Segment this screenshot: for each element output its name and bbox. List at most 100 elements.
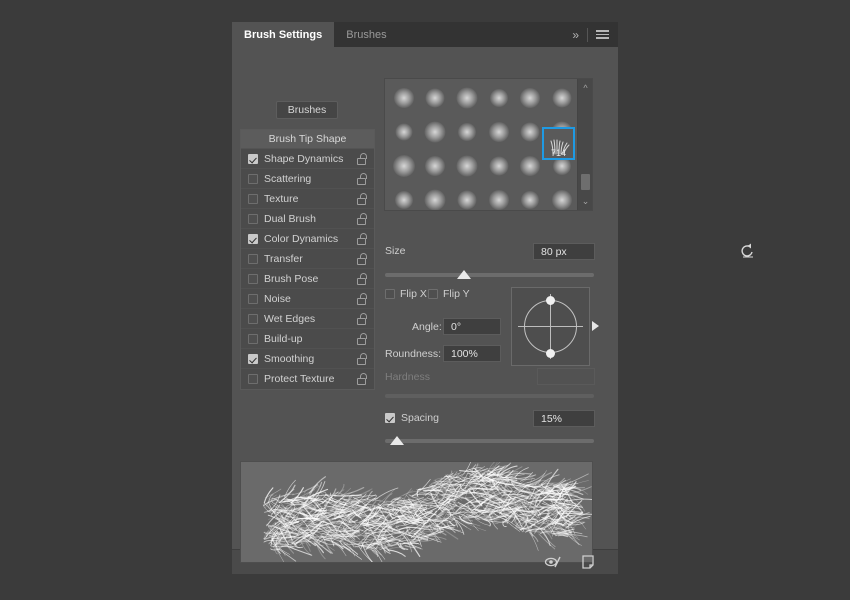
brush-preset-cell[interactable] [420, 115, 452, 149]
brush-preset-cell[interactable] [515, 183, 547, 210]
checkbox-smoothing[interactable] [248, 353, 258, 364]
spacing-input[interactable]: 15% [533, 410, 595, 427]
checkbox-shape-dynamics[interactable] [248, 153, 258, 164]
lock-icon[interactable] [357, 192, 368, 205]
soft-round-brush-thumbnail [424, 121, 446, 143]
option-row-transfer[interactable]: Transfer [241, 249, 374, 269]
checkbox-dual-brush[interactable] [248, 213, 258, 224]
checkbox-brush-pose[interactable] [248, 273, 258, 284]
option-label-protect-texture: Protect Texture [264, 373, 335, 385]
option-label-shape-dynamics: Shape Dynamics [264, 152, 344, 165]
checkbox-texture[interactable] [248, 193, 258, 204]
hardness-label: Hardness [385, 371, 430, 383]
brush-preset-cell[interactable] [420, 183, 452, 210]
brush-preset-selected[interactable]: 714 [542, 127, 575, 160]
brush-preset-cell[interactable] [451, 81, 483, 115]
new-brush-preset-icon[interactable] [580, 554, 598, 570]
lock-icon[interactable] [357, 152, 368, 165]
soft-round-brush-thumbnail [425, 156, 446, 176]
option-row-protect-texture[interactable]: Protect Texture [241, 369, 374, 389]
brush-tip-shape-row[interactable]: Brush Tip Shape [241, 130, 374, 149]
brush-preset-cell[interactable] [483, 81, 515, 115]
checkbox-color-dynamics[interactable] [248, 233, 258, 244]
brush-preset-cell[interactable] [546, 183, 578, 210]
brush-preset-cell[interactable] [546, 81, 578, 115]
option-row-color-dynamics[interactable]: Color Dynamics [241, 229, 374, 249]
chevron-down-icon[interactable]: ⌄ [578, 195, 592, 208]
option-row-texture[interactable]: Texture [241, 189, 374, 209]
brush-preset-cell[interactable] [483, 115, 515, 149]
brush-preset-cell[interactable] [420, 149, 452, 183]
option-row-wet-edges[interactable]: Wet Edges [241, 309, 374, 329]
brush-preset-cell[interactable] [451, 149, 483, 183]
brush-preset-cell[interactable] [388, 183, 420, 210]
tab-bar-spacer [398, 22, 573, 47]
checkbox-scattering[interactable] [248, 173, 258, 184]
lock-icon[interactable] [357, 172, 368, 185]
hamburger-menu-icon[interactable] [596, 30, 609, 39]
brush-preset-cell[interactable] [483, 149, 515, 183]
option-row-noise[interactable]: Noise [241, 289, 374, 309]
flip-y-control[interactable]: Flip Y [428, 288, 470, 300]
toggle-live-tip-brush-preview-icon[interactable] [544, 554, 562, 570]
angle-roundness-dial[interactable] [511, 287, 590, 366]
checkbox-flip-y[interactable] [428, 289, 438, 299]
scrollbar-thumb[interactable] [581, 174, 590, 190]
reset-arrow-icon[interactable] [740, 243, 756, 259]
option-row-build-up[interactable]: Build-up [241, 329, 374, 349]
tab-brushes[interactable]: Brushes [334, 22, 399, 47]
roundness-input[interactable]: 100% [443, 345, 501, 362]
lock-icon[interactable] [357, 352, 368, 365]
brush-preset-cell[interactable] [515, 81, 547, 115]
dial-angle-pointer-icon[interactable] [592, 321, 599, 331]
spacing-label: Spacing [401, 412, 439, 424]
soft-round-brush-thumbnail [425, 88, 445, 108]
checkbox-protect-texture[interactable] [248, 374, 258, 384]
dial-handle-top[interactable] [546, 296, 555, 305]
checkbox-transfer[interactable] [248, 253, 258, 264]
lock-icon[interactable] [357, 232, 368, 245]
brush-preset-cell[interactable] [420, 81, 452, 115]
size-input[interactable]: 80 px [533, 243, 595, 260]
lock-icon[interactable] [357, 312, 368, 325]
brush-preset-cell[interactable] [388, 81, 420, 115]
option-row-scattering[interactable]: Scattering [241, 169, 374, 189]
option-row-shape-dynamics[interactable]: Shape Dynamics [241, 149, 374, 169]
lock-icon[interactable] [357, 212, 368, 225]
brush-preset-cell[interactable] [451, 115, 483, 149]
brush-preset-cell[interactable] [388, 115, 420, 149]
checkbox-wet-edges[interactable] [248, 313, 258, 324]
spacing-slider-thumb[interactable] [390, 436, 404, 445]
brush-preset-cell[interactable] [451, 183, 483, 210]
brush-grid-scrollbar[interactable]: ^ ⌄ [577, 79, 592, 210]
option-row-dual-brush[interactable]: Dual Brush [241, 209, 374, 229]
option-row-smoothing[interactable]: Smoothing [241, 349, 374, 369]
lock-icon[interactable] [357, 272, 368, 285]
brush-settings-panel: Brush Settings Brushes » Brushes Brush T… [232, 22, 753, 574]
option-label-dual-brush: Dual Brush [264, 212, 316, 225]
size-slider-track[interactable] [385, 273, 594, 277]
checkbox-spacing[interactable] [385, 413, 395, 423]
chevron-up-icon[interactable]: ^ [578, 81, 592, 94]
brush-preset-grid[interactable]: 714 ^ ⌄ [384, 78, 593, 211]
dial-handle-bottom[interactable] [546, 349, 555, 358]
brush-preset-cell[interactable] [483, 183, 515, 210]
option-row-brush-pose[interactable]: Brush Pose [241, 269, 374, 289]
lock-icon[interactable] [357, 292, 368, 305]
checkbox-build-up[interactable] [248, 333, 258, 344]
double-chevron-right-icon[interactable]: » [572, 28, 579, 42]
lock-icon[interactable] [357, 252, 368, 265]
checkbox-flip-x[interactable] [385, 289, 395, 299]
soft-round-brush-thumbnail [552, 88, 572, 108]
checkbox-noise[interactable] [248, 293, 258, 304]
spacing-control[interactable]: Spacing [385, 412, 439, 424]
flip-x-control[interactable]: Flip X [385, 288, 427, 300]
brush-preset-cell[interactable] [388, 149, 420, 183]
size-slider-thumb[interactable] [457, 270, 471, 279]
angle-input[interactable]: 0° [443, 318, 501, 335]
tab-brush-settings[interactable]: Brush Settings [232, 22, 335, 47]
lock-icon[interactable] [357, 373, 368, 385]
brushes-button[interactable]: Brushes [276, 101, 338, 119]
spacing-slider-track[interactable] [385, 439, 594, 443]
lock-icon[interactable] [357, 332, 368, 345]
